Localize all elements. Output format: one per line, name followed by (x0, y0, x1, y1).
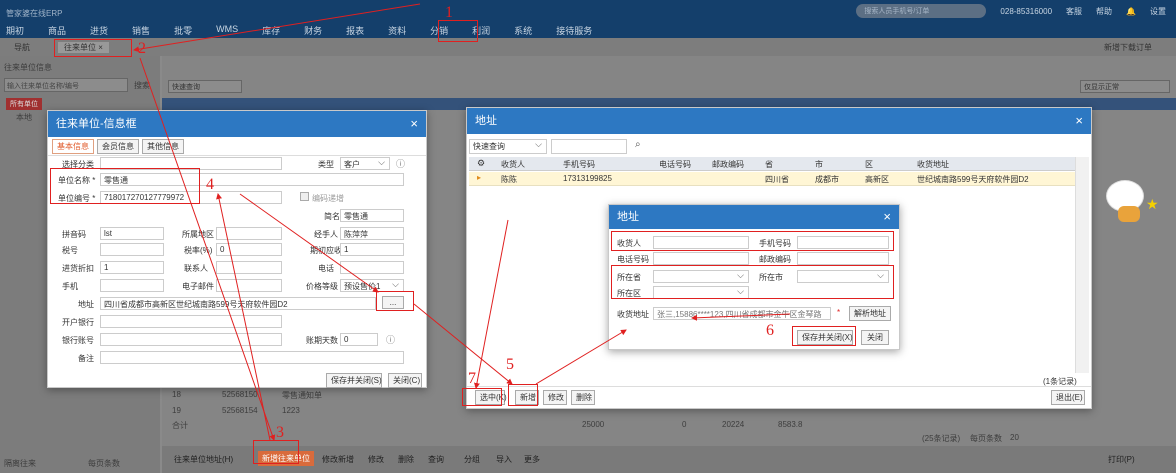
arrow-3 (216, 193, 271, 441)
arrow-6 (691, 313, 791, 321)
arrow-2 (139, 57, 276, 441)
arrow-4 (239, 193, 379, 293)
arrow-7 (473, 219, 509, 389)
arrow-4b (413, 303, 513, 385)
annotation-arrows (133, 3, 791, 441)
arrow-1 (133, 3, 421, 53)
arrow-5 (535, 329, 627, 385)
